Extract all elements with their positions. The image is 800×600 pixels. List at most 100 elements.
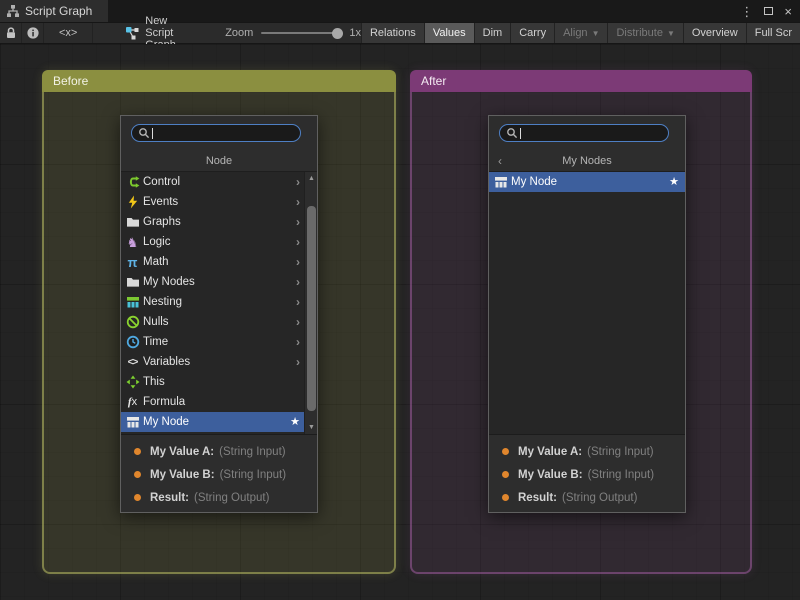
list-item-math[interactable]: π Math › xyxy=(121,252,317,272)
search-area xyxy=(489,116,685,150)
node-ports: My Value A: (String Input) My Value B: (… xyxy=(121,434,317,512)
code-button[interactable]: <x> xyxy=(44,23,93,43)
finder-header-label: Node xyxy=(206,155,232,167)
port-row: My Value A: (String Input) xyxy=(489,440,685,463)
zoom-control: Zoom 1x xyxy=(225,23,361,43)
chevron-right-icon: › xyxy=(296,296,300,308)
this-icon xyxy=(124,375,141,389)
tab-script-graph[interactable]: Script Graph xyxy=(0,0,108,22)
new-script-graph-button[interactable]: New Script Graph xyxy=(117,23,199,43)
lock-icon xyxy=(4,26,18,40)
chevron-right-icon: › xyxy=(296,176,300,188)
back-chevron-icon[interactable]: ‹ xyxy=(498,154,502,168)
port-dot-icon[interactable] xyxy=(502,471,509,478)
star-icon[interactable]: ★ xyxy=(669,177,679,188)
node-icon xyxy=(492,175,509,189)
new-graph-icon xyxy=(125,26,139,40)
zoom-slider-knob[interactable] xyxy=(332,28,343,39)
list-item-nesting[interactable]: Nesting › xyxy=(121,292,317,312)
chevron-right-icon: › xyxy=(296,316,300,328)
group-before-title: Before xyxy=(53,74,88,88)
control-icon xyxy=(124,175,141,189)
fuzzy-finder-after: ‹ My Nodes My Node ★ xyxy=(488,115,686,513)
chevron-right-icon: › xyxy=(296,256,300,268)
list-item-logic[interactable]: ♞ Logic › xyxy=(121,232,317,252)
values-button[interactable]: Values xyxy=(424,23,474,43)
knight-icon: ♞ xyxy=(124,236,141,249)
port-row: Result: (String Output) xyxy=(489,486,685,509)
list-item-my-node[interactable]: My Node ★ xyxy=(121,412,317,432)
port-dot-icon[interactable] xyxy=(502,494,509,501)
relations-button[interactable]: Relations xyxy=(361,23,424,43)
tab-title: Script Graph xyxy=(25,4,92,18)
lock-button[interactable] xyxy=(0,23,22,43)
fuzzy-finder-before: Node Control › xyxy=(120,115,318,513)
maximize-icon[interactable] xyxy=(764,7,773,15)
pi-icon: π xyxy=(124,256,141,269)
zoom-label: Zoom xyxy=(225,27,253,39)
chevron-down-icon: ▼ xyxy=(667,29,675,38)
list-item-nulls[interactable]: Nulls › xyxy=(121,312,317,332)
folder-icon xyxy=(124,215,141,229)
list-item-graphs[interactable]: Graphs › xyxy=(121,212,317,232)
finder-list: My Node ★ xyxy=(489,172,685,434)
list-item-control[interactable]: Control › xyxy=(121,172,317,192)
search-input[interactable] xyxy=(131,124,301,142)
null-icon xyxy=(124,315,141,329)
list-item-events[interactable]: Events › xyxy=(121,192,317,212)
port-row: Result: (String Output) xyxy=(121,486,317,509)
chevron-right-icon: › xyxy=(296,216,300,228)
graph-icon xyxy=(6,4,20,18)
toolbar: <x> New Script Graph Zoom 1x Relations V… xyxy=(0,22,800,44)
finder-list: Control › Events › xyxy=(121,172,317,434)
port-dot-icon[interactable] xyxy=(134,494,141,501)
list-item-variables[interactable]: <> Variables › xyxy=(121,352,317,372)
group-after-title: After xyxy=(421,74,446,88)
zoom-value: 1x xyxy=(349,27,361,39)
port-dot-icon[interactable] xyxy=(502,448,509,455)
star-icon[interactable]: ★ xyxy=(290,417,300,428)
port-dot-icon[interactable] xyxy=(134,471,141,478)
info-button[interactable] xyxy=(22,23,44,43)
nesting-icon xyxy=(124,295,141,309)
list-item-this[interactable]: This xyxy=(121,372,317,392)
group-before-header[interactable]: Before xyxy=(42,70,396,92)
search-input[interactable] xyxy=(499,124,669,142)
graph-canvas[interactable]: Before After xyxy=(0,44,800,600)
chevron-right-icon: › xyxy=(296,336,300,348)
list-item-time[interactable]: Time › xyxy=(121,332,317,352)
distribute-button[interactable]: Distribute▼ xyxy=(607,23,682,43)
chevron-right-icon: › xyxy=(296,356,300,368)
close-icon[interactable]: × xyxy=(784,5,792,18)
align-button[interactable]: Align▼ xyxy=(554,23,607,43)
scroll-down-icon[interactable]: ▼ xyxy=(305,424,317,431)
scrollbar[interactable]: ▲ ▼ xyxy=(304,172,317,434)
scrollbar-thumb[interactable] xyxy=(307,206,316,411)
port-row: My Value B: (String Input) xyxy=(489,463,685,486)
menu-dots-icon[interactable]: ⋮ xyxy=(740,5,753,18)
list-item-my-nodes[interactable]: My Nodes › xyxy=(121,272,317,292)
info-icon xyxy=(26,26,40,40)
group-after-header[interactable]: After xyxy=(410,70,752,92)
full-screen-button[interactable]: Full Scr xyxy=(746,23,800,43)
overview-button[interactable]: Overview xyxy=(683,23,746,43)
node-icon xyxy=(124,415,141,429)
tab-bar: Script Graph ⋮ × xyxy=(0,0,800,22)
list-item-my-node[interactable]: My Node ★ xyxy=(489,172,685,192)
lightning-icon xyxy=(124,195,141,209)
code-icon: <x> xyxy=(59,27,77,39)
search-area xyxy=(121,116,317,150)
text-cursor xyxy=(152,128,153,139)
script-graph-window: Script Graph ⋮ × xyxy=(0,0,800,600)
carry-button[interactable]: Carry xyxy=(510,23,554,43)
finder-header: Node xyxy=(121,150,317,172)
scroll-up-icon[interactable]: ▲ xyxy=(305,175,317,182)
port-dot-icon[interactable] xyxy=(134,448,141,455)
list-item-formula[interactable]: fx Formula xyxy=(121,392,317,412)
chevron-right-icon: › xyxy=(296,236,300,248)
dim-button[interactable]: Dim xyxy=(474,23,511,43)
finder-header: ‹ My Nodes xyxy=(489,150,685,172)
zoom-slider[interactable] xyxy=(261,32,341,34)
chevron-right-icon: › xyxy=(296,196,300,208)
port-row: My Value B: (String Input) xyxy=(121,463,317,486)
